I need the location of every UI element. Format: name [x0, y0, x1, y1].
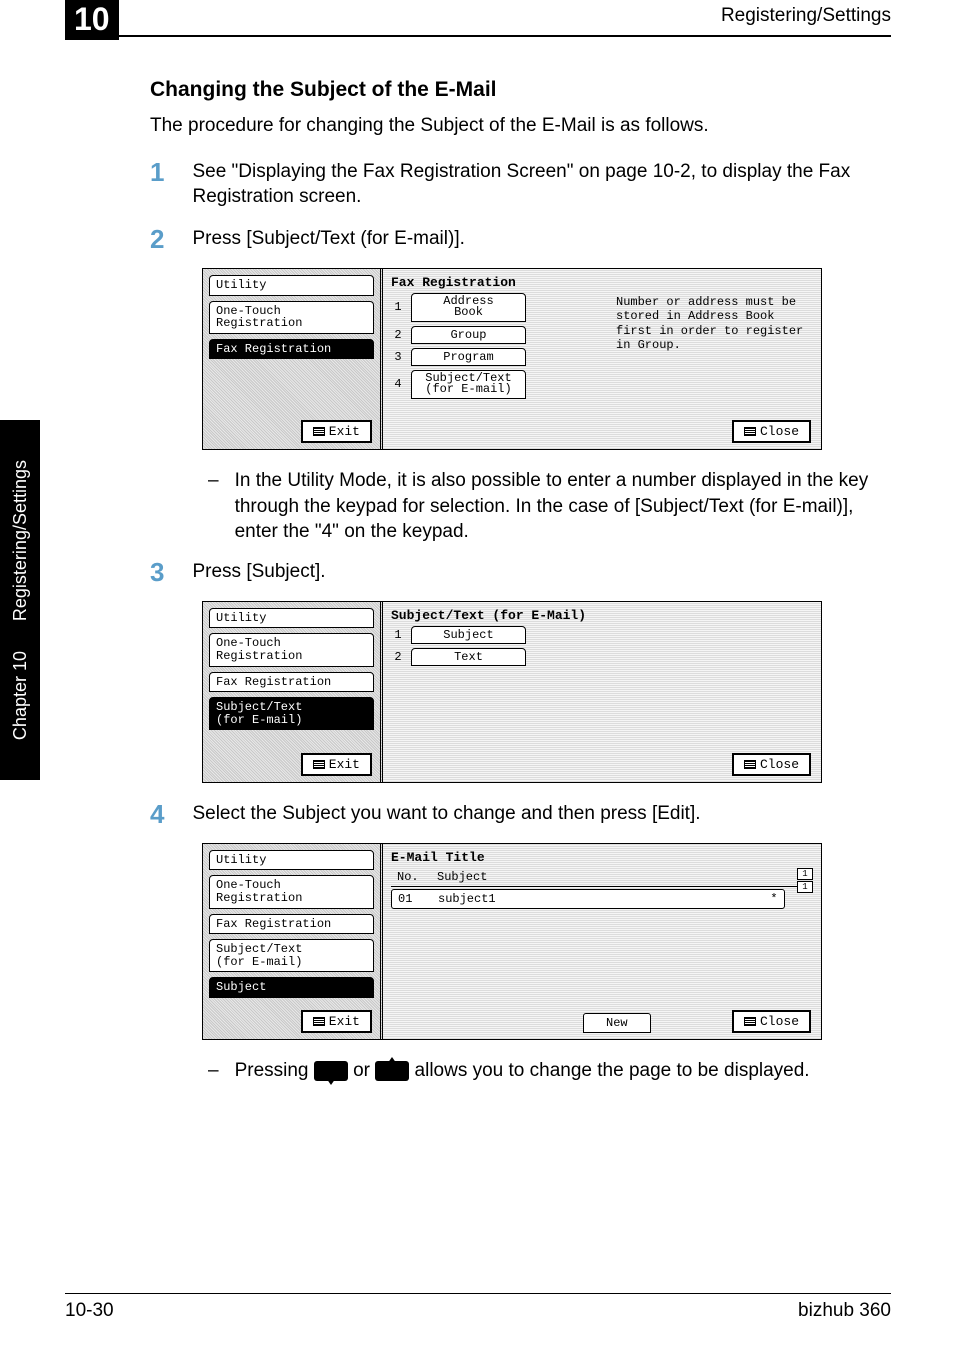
nav-faxreg-tab[interactable]: Fax Registration [209, 914, 374, 935]
close-button[interactable]: Close [732, 753, 811, 776]
press-text-c: allows you to change the page to be disp… [415, 1060, 810, 1081]
nav-onetouch-tab[interactable]: One-Touch Registration [209, 633, 374, 666]
footer-page: 10-30 [65, 1300, 114, 1322]
step-1: 1 See "Displaying the Fax Registration S… [150, 159, 891, 210]
pager-total: 1 [797, 881, 813, 893]
footer-product: bizhub 360 [798, 1300, 891, 1322]
dash: – [208, 468, 219, 545]
section-heading: Changing the Subject of the E-Mail [150, 78, 891, 102]
step-4: 4 Select the Subject you want to change … [150, 801, 891, 827]
step2-note: – In the Utility Mode, it is also possib… [208, 468, 891, 545]
header-rule [65, 35, 891, 37]
page-header: 10 Registering/Settings [65, 0, 891, 40]
menu-number: 1 [391, 628, 405, 642]
running-head: Registering/Settings [721, 5, 891, 27]
press-text-a: Pressing [235, 1060, 314, 1081]
side-tab: Registering/Settings Chapter 10 [0, 420, 40, 780]
menu-text[interactable]: Text [411, 648, 526, 666]
close-label: Close [760, 1014, 799, 1029]
info-text: Number or address must be stored in Addr… [616, 295, 811, 353]
menu-address-book[interactable]: Address Book [411, 293, 526, 322]
exit-button[interactable]: Exit [301, 420, 372, 443]
step-number: 1 [150, 159, 164, 210]
keypad-icon [744, 760, 756, 769]
exit-label: Exit [329, 757, 360, 772]
row-no: 01 [398, 892, 438, 906]
row-subject: subject1 [438, 892, 764, 906]
menu-number: 2 [391, 650, 405, 664]
close-label: Close [760, 424, 799, 439]
step-number: 4 [150, 801, 164, 827]
nav-utility-tab[interactable]: Utility [209, 850, 374, 871]
new-button[interactable]: New [583, 1013, 651, 1033]
menu-number: 4 [391, 377, 405, 391]
note-text: In the Utility Mode, it is also possible… [235, 468, 891, 545]
step-number: 2 [150, 226, 164, 252]
nav-faxreg-tab[interactable]: Fax Registration [209, 339, 374, 360]
close-label: Close [760, 757, 799, 772]
pager: 1 1 [797, 868, 813, 893]
chapter-number: 10 [65, 0, 119, 40]
step-2: 2 Press [Subject/Text (for E-mail)]. [150, 226, 891, 252]
step-text: Press [Subject]. [192, 559, 325, 585]
exit-button[interactable]: Exit [301, 753, 372, 776]
row-star: * [764, 892, 784, 906]
menu-subject-text[interactable]: Subject/Text (for E-mail) [411, 370, 526, 399]
keypad-icon [744, 1017, 756, 1026]
step-3: 3 Press [Subject]. [150, 559, 891, 585]
table-row[interactable]: 01 subject1 * [391, 889, 785, 909]
exit-label: Exit [329, 1014, 360, 1029]
nav-subjecttext-tab[interactable]: Subject/Text (for E-mail) [209, 697, 374, 730]
nav-utility-tab[interactable]: Utility [209, 275, 374, 296]
menu-number: 2 [391, 328, 405, 342]
keypad-icon [313, 1017, 325, 1026]
screenshot-subject-text: Utility One-Touch Registration Fax Regis… [202, 601, 822, 783]
side-tab-section: Registering/Settings [10, 460, 31, 621]
screenshot-fax-registration: Utility One-Touch Registration Fax Regis… [202, 268, 822, 450]
keypad-icon [744, 427, 756, 436]
step-text: Press [Subject/Text (for E-mail)]. [192, 226, 464, 252]
keypad-icon [313, 760, 325, 769]
nav-faxreg-tab[interactable]: Fax Registration [209, 672, 374, 693]
step-text: See "Displaying the Fax Registration Scr… [192, 159, 891, 210]
section-intro: The procedure for changing the Subject o… [150, 114, 891, 139]
keypad-icon [313, 427, 325, 436]
nav-onetouch-tab[interactable]: One-Touch Registration [209, 301, 374, 334]
close-button[interactable]: Close [732, 1010, 811, 1033]
press-text-b: or [353, 1060, 375, 1081]
table-header: No. Subject [391, 868, 813, 887]
pager-cur: 1 [797, 868, 813, 880]
exit-button[interactable]: Exit [301, 1010, 372, 1033]
pressing-note: – Pressing or allows you to change the p… [208, 1058, 891, 1084]
nav-subjecttext-tab[interactable]: Subject/Text (for E-mail) [209, 939, 374, 972]
close-button[interactable]: Close [732, 420, 811, 443]
page-down-icon [314, 1061, 348, 1081]
screenshot-email-title: Utility One-Touch Registration Fax Regis… [202, 843, 822, 1040]
screen-title: Subject/Text (for E-Mail) [391, 608, 813, 623]
menu-subject[interactable]: Subject [411, 626, 526, 644]
nav-subject-tab[interactable]: Subject [209, 977, 374, 998]
menu-number: 1 [391, 300, 405, 314]
step-text: Select the Subject you want to change an… [192, 801, 700, 827]
dash: – [208, 1058, 219, 1084]
menu-group[interactable]: Group [411, 326, 526, 344]
exit-label: Exit [329, 424, 360, 439]
page-footer: 10-30 bizhub 360 [65, 1293, 891, 1322]
nav-onetouch-tab[interactable]: One-Touch Registration [209, 875, 374, 908]
menu-number: 3 [391, 350, 405, 364]
col-subject: Subject [437, 870, 813, 884]
step-number: 3 [150, 559, 164, 585]
col-no: No. [397, 870, 437, 884]
side-tab-chapter: Chapter 10 [10, 651, 31, 740]
screen-title: Fax Registration [391, 275, 813, 290]
screen-title: E-Mail Title [391, 850, 813, 865]
menu-program[interactable]: Program [411, 348, 526, 366]
nav-utility-tab[interactable]: Utility [209, 608, 374, 629]
page-up-icon [375, 1061, 409, 1081]
